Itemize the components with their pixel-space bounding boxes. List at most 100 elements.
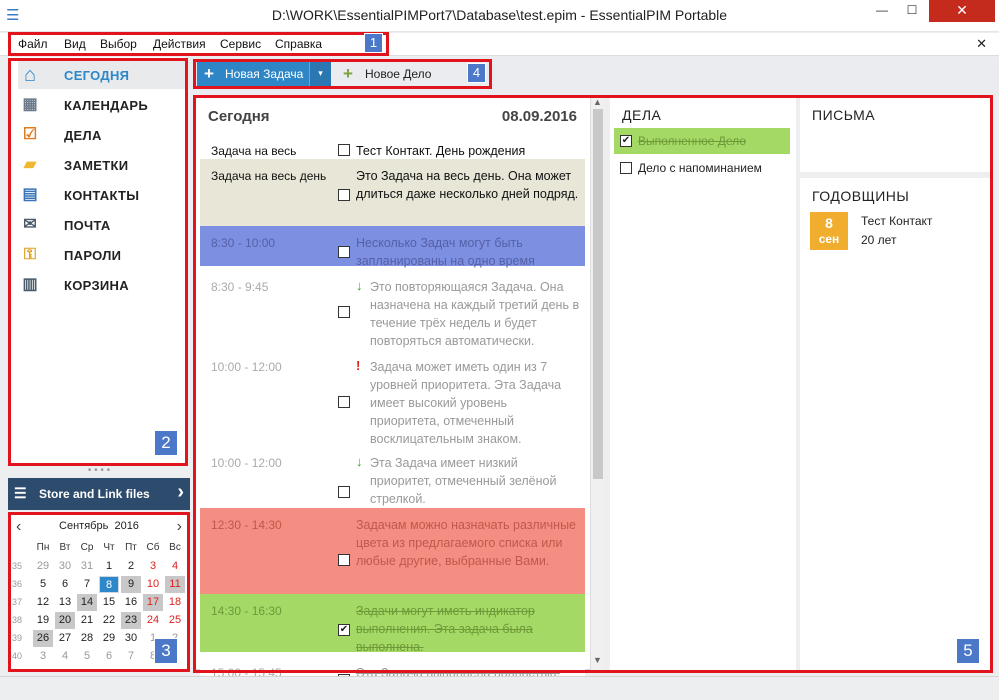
calendar-day[interactable]: 29 bbox=[99, 630, 119, 647]
task-row[interactable]: Задача на весь день Это Задача на весь де… bbox=[200, 159, 585, 226]
calendar-day[interactable]: 31 bbox=[77, 558, 97, 575]
low-priority-icon: ↓ bbox=[356, 278, 363, 293]
scrollbar-thumb[interactable] bbox=[593, 109, 603, 479]
scroll-down-icon[interactable]: ▼ bbox=[593, 655, 602, 665]
task-row[interactable]: 14:30 - 16:30 ✔ Задачи могут иметь индикат… bbox=[200, 594, 585, 654]
calendar-day[interactable]: 15 bbox=[99, 594, 119, 611]
calendar-day[interactable]: 4 bbox=[55, 648, 75, 665]
calendar-day[interactable]: 7 bbox=[77, 576, 97, 593]
sidebar-item-label: СЕГОДНЯ bbox=[64, 68, 130, 83]
sidebar-item-mail[interactable]: ✉ ПОЧТА bbox=[18, 211, 190, 239]
task-row[interactable]: 8:30 - 9:45 ↓ Это повторяющаяся Задача. Он… bbox=[200, 270, 585, 348]
menu-help[interactable]: Справка bbox=[275, 37, 322, 51]
menu-tools[interactable]: Сервис bbox=[220, 37, 261, 51]
calendar-day[interactable]: 12 bbox=[33, 594, 53, 611]
todo-item[interactable]: Дело с напоминанием bbox=[614, 155, 790, 181]
task-row[interactable]: Задача на весь Тест Контакт. День рождени… bbox=[200, 134, 585, 158]
home-icon: ⌂ bbox=[23, 64, 37, 86]
minimize-button[interactable]: — bbox=[868, 0, 896, 22]
task-checkbox[interactable] bbox=[338, 396, 350, 408]
calendar-day[interactable]: 18 bbox=[165, 594, 185, 611]
sidebar-item-trash[interactable]: ▥ КОРЗИНА bbox=[18, 271, 190, 299]
task-checkbox[interactable] bbox=[338, 189, 350, 201]
anniversary-date-badge: 8 сен bbox=[810, 212, 848, 250]
sidebar-item-todo[interactable]: ☑ ДЕЛА bbox=[18, 121, 190, 149]
calendar-day[interactable]: 30 bbox=[121, 630, 141, 647]
new-task-dropdown-button[interactable]: ▾ bbox=[309, 62, 331, 86]
todo-checkbox[interactable] bbox=[620, 162, 632, 174]
task-text: Задачи могут иметь индикатор выполнения.… bbox=[356, 604, 535, 654]
calendar-day[interactable]: 13 bbox=[55, 594, 75, 611]
task-row[interactable]: 10:00 - 12:00 ↓ Эта Задача имеет низкий пр… bbox=[200, 446, 585, 506]
calendar-day[interactable]: 2 bbox=[121, 558, 141, 575]
layers-icon: ☰ bbox=[14, 485, 27, 501]
new-todo-button[interactable]: + Новое Дело bbox=[333, 62, 461, 86]
calendar-day[interactable]: 7 bbox=[121, 648, 141, 665]
calendar-day[interactable]: 5 bbox=[33, 576, 53, 593]
new-task-button[interactable]: + Новая Задача bbox=[197, 62, 309, 86]
week-number: 38 bbox=[12, 615, 23, 625]
close-document-icon[interactable]: ✕ bbox=[976, 36, 987, 52]
calendar-day[interactable]: 23 bbox=[121, 612, 141, 629]
calendar-day[interactable]: 3 bbox=[33, 648, 53, 665]
calendar-day[interactable]: 21 bbox=[77, 612, 97, 629]
weekday-header: Пн bbox=[36, 542, 50, 553]
task-checkbox[interactable] bbox=[338, 306, 350, 318]
todo-checkbox[interactable]: ✔ bbox=[620, 135, 632, 147]
calendar-day[interactable]: 6 bbox=[99, 648, 119, 665]
calendar-day[interactable]: 24 bbox=[143, 612, 163, 629]
calendar-day[interactable]: 10 bbox=[143, 576, 163, 593]
calendar-day[interactable]: 17 bbox=[143, 594, 163, 611]
task-row[interactable]: 8:30 - 10:00 Несколько Задач могут быть з… bbox=[200, 226, 585, 268]
menu-select[interactable]: Выбор bbox=[100, 37, 137, 51]
calendar-day[interactable]: 26 bbox=[33, 630, 53, 647]
calendar-day[interactable]: 11 bbox=[165, 576, 185, 593]
task-row[interactable]: 12:30 - 14:30 Задачам можно назначать раз… bbox=[200, 508, 585, 594]
todo-item[interactable]: ✔ Выполненное Дело bbox=[614, 128, 790, 154]
close-window-button[interactable]: ✕ bbox=[929, 0, 995, 22]
calendar-day[interactable]: 22 bbox=[99, 612, 119, 629]
calendar-day[interactable]: 29 bbox=[33, 558, 53, 575]
annotation-badge-3: 3 bbox=[154, 638, 178, 664]
today-scrollbar[interactable]: ▲ ▼ bbox=[590, 97, 604, 670]
calendar-day[interactable]: 20 bbox=[55, 612, 75, 629]
anniversary-contact-name[interactable]: Тест Контакт bbox=[861, 214, 932, 228]
calendar-day[interactable]: 3 bbox=[143, 558, 163, 575]
task-row[interactable]: 10:00 - 12:00! Задача может иметь один из… bbox=[200, 350, 585, 446]
task-checkbox[interactable]: ✔ bbox=[338, 624, 350, 636]
next-month-icon[interactable]: › bbox=[177, 518, 182, 536]
menu-view[interactable]: Вид bbox=[64, 37, 86, 51]
today-panel: Сегодня 08.09.2016 Задача на весь Тест Ко… bbox=[195, 97, 592, 686]
calendar-day[interactable]: 1 bbox=[99, 558, 119, 575]
task-checkbox[interactable] bbox=[338, 246, 350, 258]
task-checkbox[interactable] bbox=[338, 486, 350, 498]
task-row[interactable]: 15:00 - 15:45 Эта Задача выполнена полнос… bbox=[200, 656, 585, 686]
maximize-button[interactable]: ☐ bbox=[898, 0, 926, 22]
sidebar-item-notes[interactable]: ▰ ЗАМЕТКИ bbox=[18, 151, 190, 179]
sidebar-item-contacts[interactable]: ▤ КОНТАКТЫ bbox=[18, 181, 190, 209]
task-checkbox[interactable] bbox=[338, 554, 350, 566]
calendar-day[interactable]: 16 bbox=[121, 594, 141, 611]
calendar-day[interactable]: 5 bbox=[77, 648, 97, 665]
sidebar-item-calendar[interactable]: ▦ КАЛЕНДАРЬ bbox=[18, 91, 190, 119]
calendar-day[interactable]: 19 bbox=[33, 612, 53, 629]
sidebar-splitter-handle[interactable]: • • • • bbox=[8, 466, 190, 478]
key-icon: ⚿ bbox=[23, 246, 37, 263]
calendar-day[interactable]: 4 bbox=[165, 558, 185, 575]
menu-actions[interactable]: Действия bbox=[153, 37, 206, 51]
task-checkbox[interactable] bbox=[338, 144, 350, 156]
sidebar-item-today[interactable]: ⌂ СЕГОДНЯ bbox=[18, 61, 190, 89]
calendar-day[interactable]: 8 bbox=[99, 576, 119, 593]
calendar-day[interactable]: 28 bbox=[77, 630, 97, 647]
scroll-up-icon[interactable]: ▲ bbox=[593, 97, 602, 107]
sidebar-item-passwords[interactable]: ⚿ ПАРОЛИ bbox=[18, 241, 190, 269]
calendar-day[interactable]: 14 bbox=[77, 594, 97, 611]
calendar-day[interactable]: 25 bbox=[165, 612, 185, 629]
weekday-header: Вт bbox=[59, 542, 71, 553]
calendar-day[interactable]: 30 bbox=[55, 558, 75, 575]
calendar-day[interactable]: 9 bbox=[121, 576, 141, 593]
calendar-day[interactable]: 6 bbox=[55, 576, 75, 593]
menu-file[interactable]: Файл bbox=[18, 37, 48, 51]
calendar-day[interactable]: 27 bbox=[55, 630, 75, 647]
store-link-files-button[interactable]: ☰ Store and Link files › bbox=[8, 478, 190, 510]
